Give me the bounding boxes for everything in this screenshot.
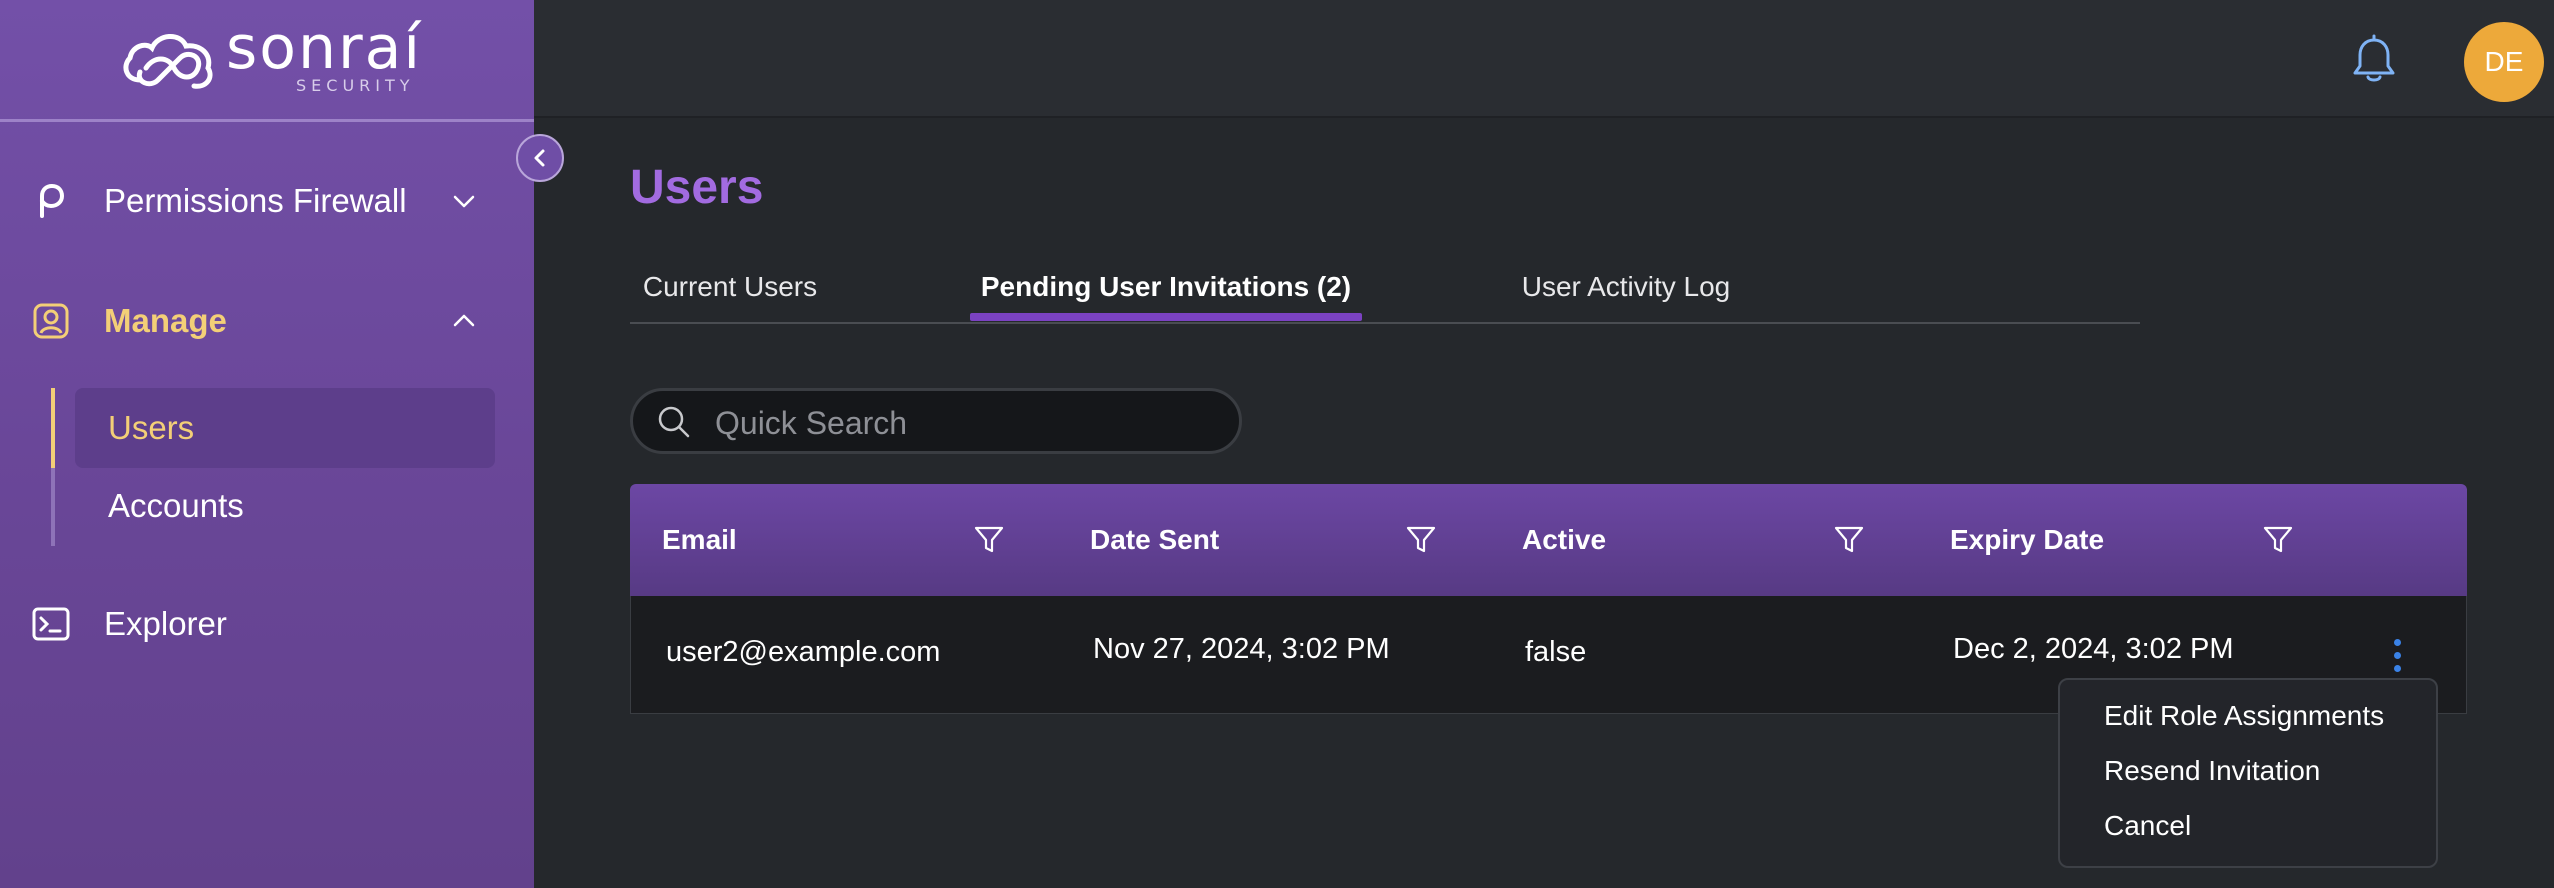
filter-icon[interactable] [1405, 524, 1437, 556]
subnav-item-accounts[interactable]: Accounts [75, 466, 495, 546]
search-input[interactable]: Quick Search [630, 388, 1242, 454]
chevron-left-icon [534, 149, 545, 167]
sidebar: sonraí SECURITY Permissions Firewall Man… [0, 0, 534, 888]
tab-current-users[interactable]: Current Users [630, 250, 830, 324]
permissions-firewall-icon [40, 183, 65, 218]
active-tab-indicator [970, 313, 1362, 321]
subnav-item-users[interactable]: Users [75, 388, 495, 468]
cell-expiry-date: Dec 2, 2024, 3:02 PM [1953, 633, 2234, 665]
chevron-down-icon[interactable] [450, 187, 478, 215]
chevron-up-icon[interactable] [450, 307, 478, 335]
brand-name: sonraí [226, 13, 423, 83]
terminal-icon [32, 607, 70, 641]
search-icon [658, 406, 690, 438]
cell-date-sent: Nov 27, 2024, 3:02 PM [1093, 633, 1390, 665]
user-avatar[interactable]: DE [2464, 22, 2544, 102]
topbar [534, 0, 2554, 118]
cell-active: false [1525, 636, 1587, 668]
column-header-active[interactable]: Active [1522, 484, 1606, 596]
nav-label: Manage [104, 302, 227, 339]
column-header-email[interactable]: Email [662, 484, 737, 596]
menu-item-resend-invitation[interactable]: Resend Invitation [2104, 755, 2320, 787]
nav-label: Explorer [104, 605, 227, 642]
cell-email: user2@example.com [666, 636, 941, 668]
sidebar-collapse-button[interactable] [516, 134, 564, 182]
nav-item-explorer[interactable]: Explorer [0, 589, 534, 659]
bell-icon[interactable] [2348, 34, 2400, 86]
tab-bar: Current Users Pending User Invitations (… [630, 250, 2140, 324]
row-actions-kebab-icon[interactable] [2391, 636, 2403, 682]
app-root: sonraí SECURITY Permissions Firewall Man… [0, 0, 2554, 888]
tab-user-activity-log[interactable]: User Activity Log [1506, 250, 1746, 324]
filter-icon[interactable] [2262, 524, 2294, 556]
table-header: Email Date Sent Active Expiry Date [630, 484, 2467, 596]
nav-label: Permissions Firewall [104, 182, 407, 219]
page-title: Users [630, 161, 764, 214]
filter-icon[interactable] [973, 524, 1005, 556]
cloud-logo-icon [123, 34, 213, 89]
column-header-expiry-date[interactable]: Expiry Date [1950, 484, 2104, 596]
column-header-date-sent[interactable]: Date Sent [1090, 484, 1219, 596]
brand-subtitle: SECURITY [296, 76, 415, 95]
menu-item-edit-role-assignments[interactable]: Edit Role Assignments [2104, 700, 2384, 732]
row-actions-menu: Edit Role Assignments Resend Invitation … [2058, 678, 2438, 868]
nav-item-manage[interactable]: Manage [0, 286, 534, 356]
nav-item-permissions-firewall[interactable]: Permissions Firewall [0, 166, 534, 236]
manage-user-icon [33, 303, 69, 339]
logo: sonraí SECURITY [0, 0, 534, 122]
search-placeholder: Quick Search [715, 405, 908, 441]
menu-item-cancel[interactable]: Cancel [2104, 810, 2191, 842]
subnav-active-indicator [51, 388, 55, 468]
filter-icon[interactable] [1833, 524, 1865, 556]
